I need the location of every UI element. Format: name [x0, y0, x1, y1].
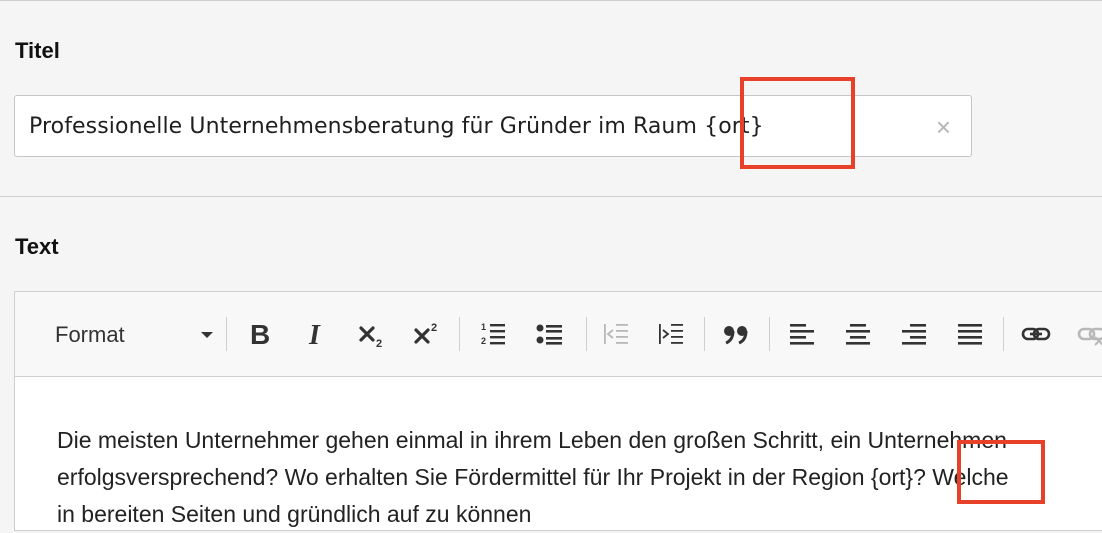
- link-icon: [1021, 327, 1051, 341]
- format-dropdown-label: Format: [55, 322, 125, 347]
- bold-button[interactable]: B: [241, 315, 279, 353]
- blockquote-icon: [724, 326, 748, 345]
- link-button[interactable]: [1017, 315, 1055, 353]
- text-label: Text: [15, 234, 59, 259]
- bold-icon: B: [250, 320, 270, 348]
- editor-toolbar: Format B I 2 2 1 2: [15, 292, 1102, 377]
- section-divider: [0, 196, 1102, 197]
- align-justify-icon: [958, 324, 982, 345]
- align-right-icon: [902, 324, 926, 345]
- rich-text-editor: Format B I 2 2 1 2 Die meisten Unternehm…: [14, 291, 1102, 531]
- svg-text:2: 2: [431, 322, 437, 334]
- superscript-icon: 2: [414, 322, 437, 344]
- indent-icon: [659, 324, 683, 344]
- italic-icon: I: [308, 320, 321, 348]
- italic-button[interactable]: I: [297, 315, 335, 353]
- title-input[interactable]: Professionelle Unternehmensberatung für …: [14, 95, 972, 157]
- svg-text:I: I: [308, 320, 321, 348]
- numbered-list-button[interactable]: 1 2: [474, 315, 512, 353]
- align-right-button[interactable]: [895, 315, 933, 353]
- indent-button[interactable]: [652, 315, 690, 353]
- subscript-icon: 2: [359, 326, 382, 348]
- svg-text:B: B: [250, 320, 270, 348]
- align-center-icon: [846, 324, 870, 345]
- svg-text:1: 1: [481, 322, 486, 332]
- svg-text:2: 2: [481, 336, 486, 346]
- top-divider: [0, 0, 1102, 1]
- align-justify-button[interactable]: [951, 315, 989, 353]
- align-center-button[interactable]: [839, 315, 877, 353]
- numbered-list-icon: 1 2: [481, 322, 505, 346]
- content-line-2: erfolgsversprechend? Wo erhalten Sie För…: [57, 464, 1009, 490]
- align-left-icon: [790, 324, 814, 345]
- toolbar-separator: [769, 317, 770, 351]
- toolbar-separator: [704, 317, 705, 351]
- unlink-icon: [1077, 327, 1102, 346]
- superscript-button[interactable]: 2: [408, 315, 446, 353]
- unlink-button[interactable]: [1073, 315, 1102, 353]
- clear-icon[interactable]: ×: [936, 96, 951, 158]
- outdent-button[interactable]: [597, 315, 635, 353]
- format-dropdown[interactable]: Format: [55, 317, 215, 353]
- subscript-button[interactable]: 2: [353, 315, 391, 353]
- toolbar-separator: [226, 317, 227, 351]
- bulleted-list-icon: [536, 324, 562, 345]
- align-left-button[interactable]: [783, 315, 821, 353]
- editor-content[interactable]: Die meisten Unternehmer gehen einmal in …: [57, 422, 1102, 533]
- chevron-down-icon: [201, 332, 213, 338]
- toolbar-separator: [459, 317, 460, 351]
- content-line-3: in bereiten Seiten und gründlich auf zu …: [57, 501, 532, 527]
- title-input-value[interactable]: Professionelle Unternehmensberatung für …: [29, 96, 764, 158]
- toolbar-separator: [1003, 317, 1004, 351]
- outdent-icon: [604, 324, 628, 344]
- svg-text:2: 2: [376, 338, 382, 348]
- content-line-1: Die meisten Unternehmer gehen einmal in …: [57, 427, 1007, 453]
- blockquote-button[interactable]: [717, 315, 755, 353]
- bulleted-list-button[interactable]: [530, 315, 568, 353]
- toolbar-separator: [586, 317, 587, 351]
- title-label: Titel: [15, 38, 60, 63]
